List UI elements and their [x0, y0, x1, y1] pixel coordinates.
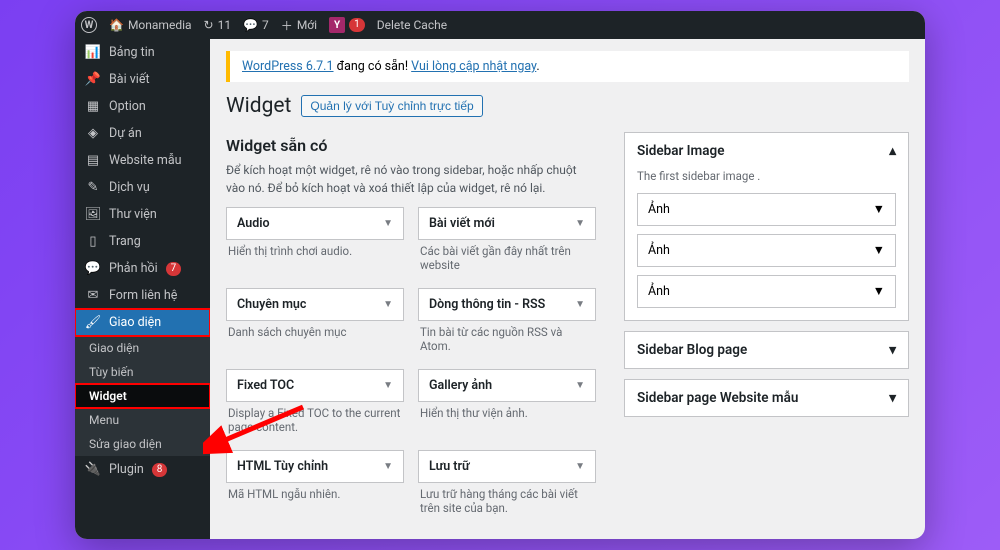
area-toggle[interactable]: Sidebar Blog page▾ — [625, 332, 908, 368]
mail-icon: ✉ — [85, 288, 101, 303]
dashboard-icon: 📊 — [85, 45, 101, 60]
chevron-down-icon: ▼ — [873, 243, 885, 258]
sidebar-area-website: Sidebar page Website mẫu▾ — [624, 379, 909, 417]
comments[interactable]: 💬 7 — [243, 18, 269, 32]
placed-widget-image[interactable]: Ảnh▼ — [637, 193, 896, 226]
pencil-icon: ✎ — [85, 180, 101, 195]
chevron-down-icon: ▼ — [383, 461, 393, 472]
admin-sidebar: 📊Bảng tin 📌Bài viết ▦Option ◈Dự án ▤Webs… — [75, 39, 210, 539]
sidebar-item-duan[interactable]: ◈Dự án — [75, 120, 210, 147]
plugin-icon: 🔌 — [85, 462, 101, 477]
chevron-down-icon: ▼ — [383, 299, 393, 310]
widget-recent-posts[interactable]: Bài viết mới▼ — [418, 207, 596, 240]
sidebar-item-dashboard[interactable]: 📊Bảng tin — [75, 39, 210, 66]
admin-bar: W 🏠 Monamedia ↻ 11 💬 7 ＋ Mới Y1 Delete C… — [75, 11, 925, 39]
area-toggle[interactable]: Sidebar Image▴ — [625, 133, 908, 169]
available-widgets-grid: Audio▼Hiển thị trình chơi audio. Bài viế… — [226, 207, 596, 523]
chevron-down-icon: ▼ — [383, 218, 393, 229]
widget-archives[interactable]: Lưu trữ▼ — [418, 450, 596, 483]
wp-version-link[interactable]: WordPress 6.7.1 — [242, 59, 334, 74]
comment-icon: 💬 — [85, 261, 101, 276]
manage-customizer-button[interactable]: Quản lý với Tuỳ chỉnh trực tiếp — [301, 95, 482, 117]
submenu-themes[interactable]: Giao diện — [75, 336, 210, 360]
new-content[interactable]: ＋ Mới — [281, 17, 317, 34]
image-icon: 🖼 — [85, 207, 101, 222]
chevron-down-icon: ▼ — [575, 461, 585, 472]
placed-widget-image[interactable]: Ảnh▼ — [637, 275, 896, 308]
submenu-widgets[interactable]: Widget — [75, 384, 210, 408]
chevron-down-icon: ▼ — [575, 218, 585, 229]
chevron-down-icon: ▼ — [575, 380, 585, 391]
yoast[interactable]: Y1 — [329, 17, 365, 33]
sidebar-item-dichvu[interactable]: ✎Dịch vụ — [75, 174, 210, 201]
widget-fixed-toc[interactable]: Fixed TOC▼ — [226, 369, 404, 402]
widget-categories[interactable]: Chuyên mục▼ — [226, 288, 404, 321]
chevron-down-icon: ▼ — [575, 299, 585, 310]
sidebar-item-media[interactable]: 🖼Thư viện — [75, 201, 210, 228]
brush-icon: 🖌 — [85, 315, 101, 330]
update-notice: WordPress 6.7.1 đang có sẵn! Vui lòng cậ… — [226, 51, 909, 82]
chevron-down-icon: ▼ — [873, 202, 885, 217]
page-icon: ▯ — [85, 234, 101, 249]
site-home[interactable]: 🏠 Monamedia — [109, 18, 192, 32]
chevron-down-icon: ▾ — [889, 342, 896, 358]
chevron-down-icon: ▾ — [889, 390, 896, 406]
widget-gallery[interactable]: Gallery ảnh▼ — [418, 369, 596, 402]
delete-cache[interactable]: Delete Cache — [377, 18, 447, 32]
sidebar-item-posts[interactable]: 📌Bài viết — [75, 66, 210, 93]
sidebar-area-image: Sidebar Image▴ The first sidebar image .… — [624, 132, 909, 321]
wp-logo[interactable]: W — [81, 17, 97, 33]
sidebar-item-option[interactable]: ▦Option — [75, 93, 210, 120]
sidebar-item-appearance[interactable]: 🖌Giao diện — [75, 309, 210, 336]
available-widgets-desc: Để kích hoạt một widget, rê nó vào trong… — [226, 161, 596, 197]
updates[interactable]: ↻ 11 — [204, 18, 232, 32]
appearance-submenu: Giao diện Tùy biến Widget Menu Sửa giao … — [75, 336, 210, 456]
placed-widget-image[interactable]: Ảnh▼ — [637, 234, 896, 267]
sidebar-item-pages[interactable]: ▯Trang — [75, 228, 210, 255]
sidebar-item-form[interactable]: ✉Form liên hệ — [75, 282, 210, 309]
widget-custom-html[interactable]: HTML Tùy chỉnh▼ — [226, 450, 404, 483]
diamond-icon: ◈ — [85, 126, 101, 141]
list-icon: ▤ — [85, 153, 101, 168]
sidebar-item-comments[interactable]: 💬Phản hồi7 — [75, 255, 210, 282]
notice-text: đang có sẵn! — [334, 59, 412, 74]
available-widgets-heading: Widget sẵn có — [226, 136, 596, 155]
submenu-menus[interactable]: Menu — [75, 408, 210, 432]
update-now-link[interactable]: Vui lòng cập nhật ngay — [411, 59, 536, 74]
widget-audio[interactable]: Audio▼ — [226, 207, 404, 240]
widget-rss[interactable]: Dòng thông tin - RSS▼ — [418, 288, 596, 321]
sidebar-area-blog: Sidebar Blog page▾ — [624, 331, 909, 369]
area-toggle[interactable]: Sidebar page Website mẫu▾ — [625, 380, 908, 416]
submenu-customize[interactable]: Tùy biến — [75, 360, 210, 384]
chevron-down-icon: ▼ — [873, 284, 885, 299]
pin-icon: 📌 — [85, 72, 101, 87]
sidebar-item-website[interactable]: ▤Website mẫu — [75, 147, 210, 174]
chevron-down-icon: ▼ — [383, 380, 393, 391]
page-title: Widget Quản lý với Tuỳ chỉnh trực tiếp — [226, 94, 909, 118]
submenu-editor[interactable]: Sửa giao diện — [75, 432, 210, 456]
sidebar-item-plugins[interactable]: 🔌Plugin8 — [75, 456, 210, 483]
caret-up-icon: ▴ — [889, 143, 896, 159]
main-content: WordPress 6.7.1 đang có sẵn! Vui lòng cậ… — [210, 39, 925, 539]
grid-icon: ▦ — [85, 99, 101, 114]
